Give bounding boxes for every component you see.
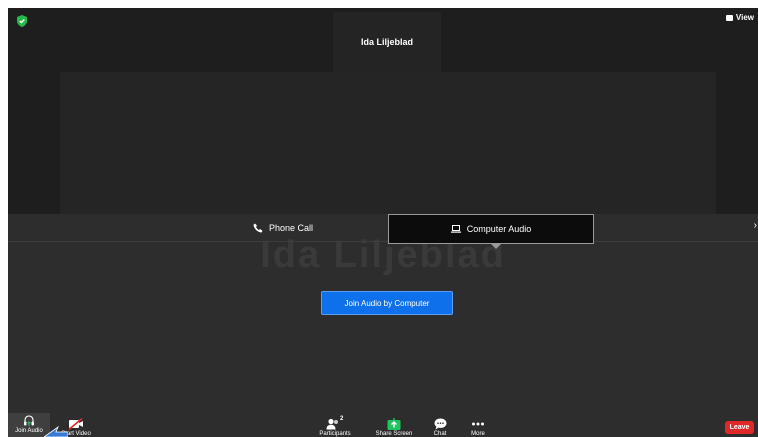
participants-label: Participants (319, 431, 351, 437)
view-label: View (735, 13, 754, 22)
participants-count: 2 (340, 416, 344, 422)
grid-view-icon (725, 14, 733, 21)
tab-phone-call[interactable]: Phone Call (208, 214, 358, 241)
chevron-right-icon[interactable]: › (754, 220, 757, 231)
shield-check-icon[interactable] (17, 15, 27, 27)
participant-name: Ida Liljeblad (360, 37, 413, 47)
meeting-toolbar: Join Audio Start Video 2 Participants Sh… (8, 413, 758, 437)
tab-computer-audio[interactable]: Computer Audio (388, 214, 594, 244)
participants-icon (326, 418, 338, 430)
pointer-arrow-icon (44, 425, 68, 437)
join-audio-label: Join Audio (15, 428, 43, 434)
tab-pointer (491, 244, 501, 249)
participants-button[interactable]: 2 Participants (312, 416, 358, 437)
audio-tabs: Phone Call Computer Audio › (8, 214, 758, 249)
laptop-icon (450, 225, 461, 233)
join-audio-panel: Ida Liljeblad Phone Call Computer Audio … (8, 214, 758, 437)
headphones-icon (24, 415, 34, 426)
share-screen-label: Share Screen (375, 431, 413, 437)
video-area (60, 72, 716, 214)
meeting-window: View Ida Liljeblad Ida Liljeblad Phone C… (8, 8, 758, 437)
tab-phone-call-label: Phone Call (268, 222, 314, 233)
join-audio-by-computer-button[interactable]: Join Audio by Computer (321, 291, 453, 315)
more-button[interactable]: More (463, 418, 493, 437)
chat-label: Chat (433, 431, 447, 437)
view-button[interactable]: View (725, 13, 754, 22)
leave-button[interactable]: Leave (725, 421, 754, 434)
more-label: More (471, 431, 485, 437)
participants-icon-wrap: 2 (326, 416, 344, 430)
chat-button[interactable]: Chat (428, 418, 452, 437)
phone-icon (253, 223, 263, 232)
video-off-icon (68, 418, 83, 430)
tab-computer-audio-label: Computer Audio (466, 224, 532, 234)
share-screen-icon (387, 418, 401, 430)
participant-tile: Ida Liljeblad (333, 12, 441, 72)
share-screen-button[interactable]: Share Screen (372, 418, 416, 437)
more-dots-icon (472, 422, 484, 426)
chat-icon (434, 418, 446, 430)
